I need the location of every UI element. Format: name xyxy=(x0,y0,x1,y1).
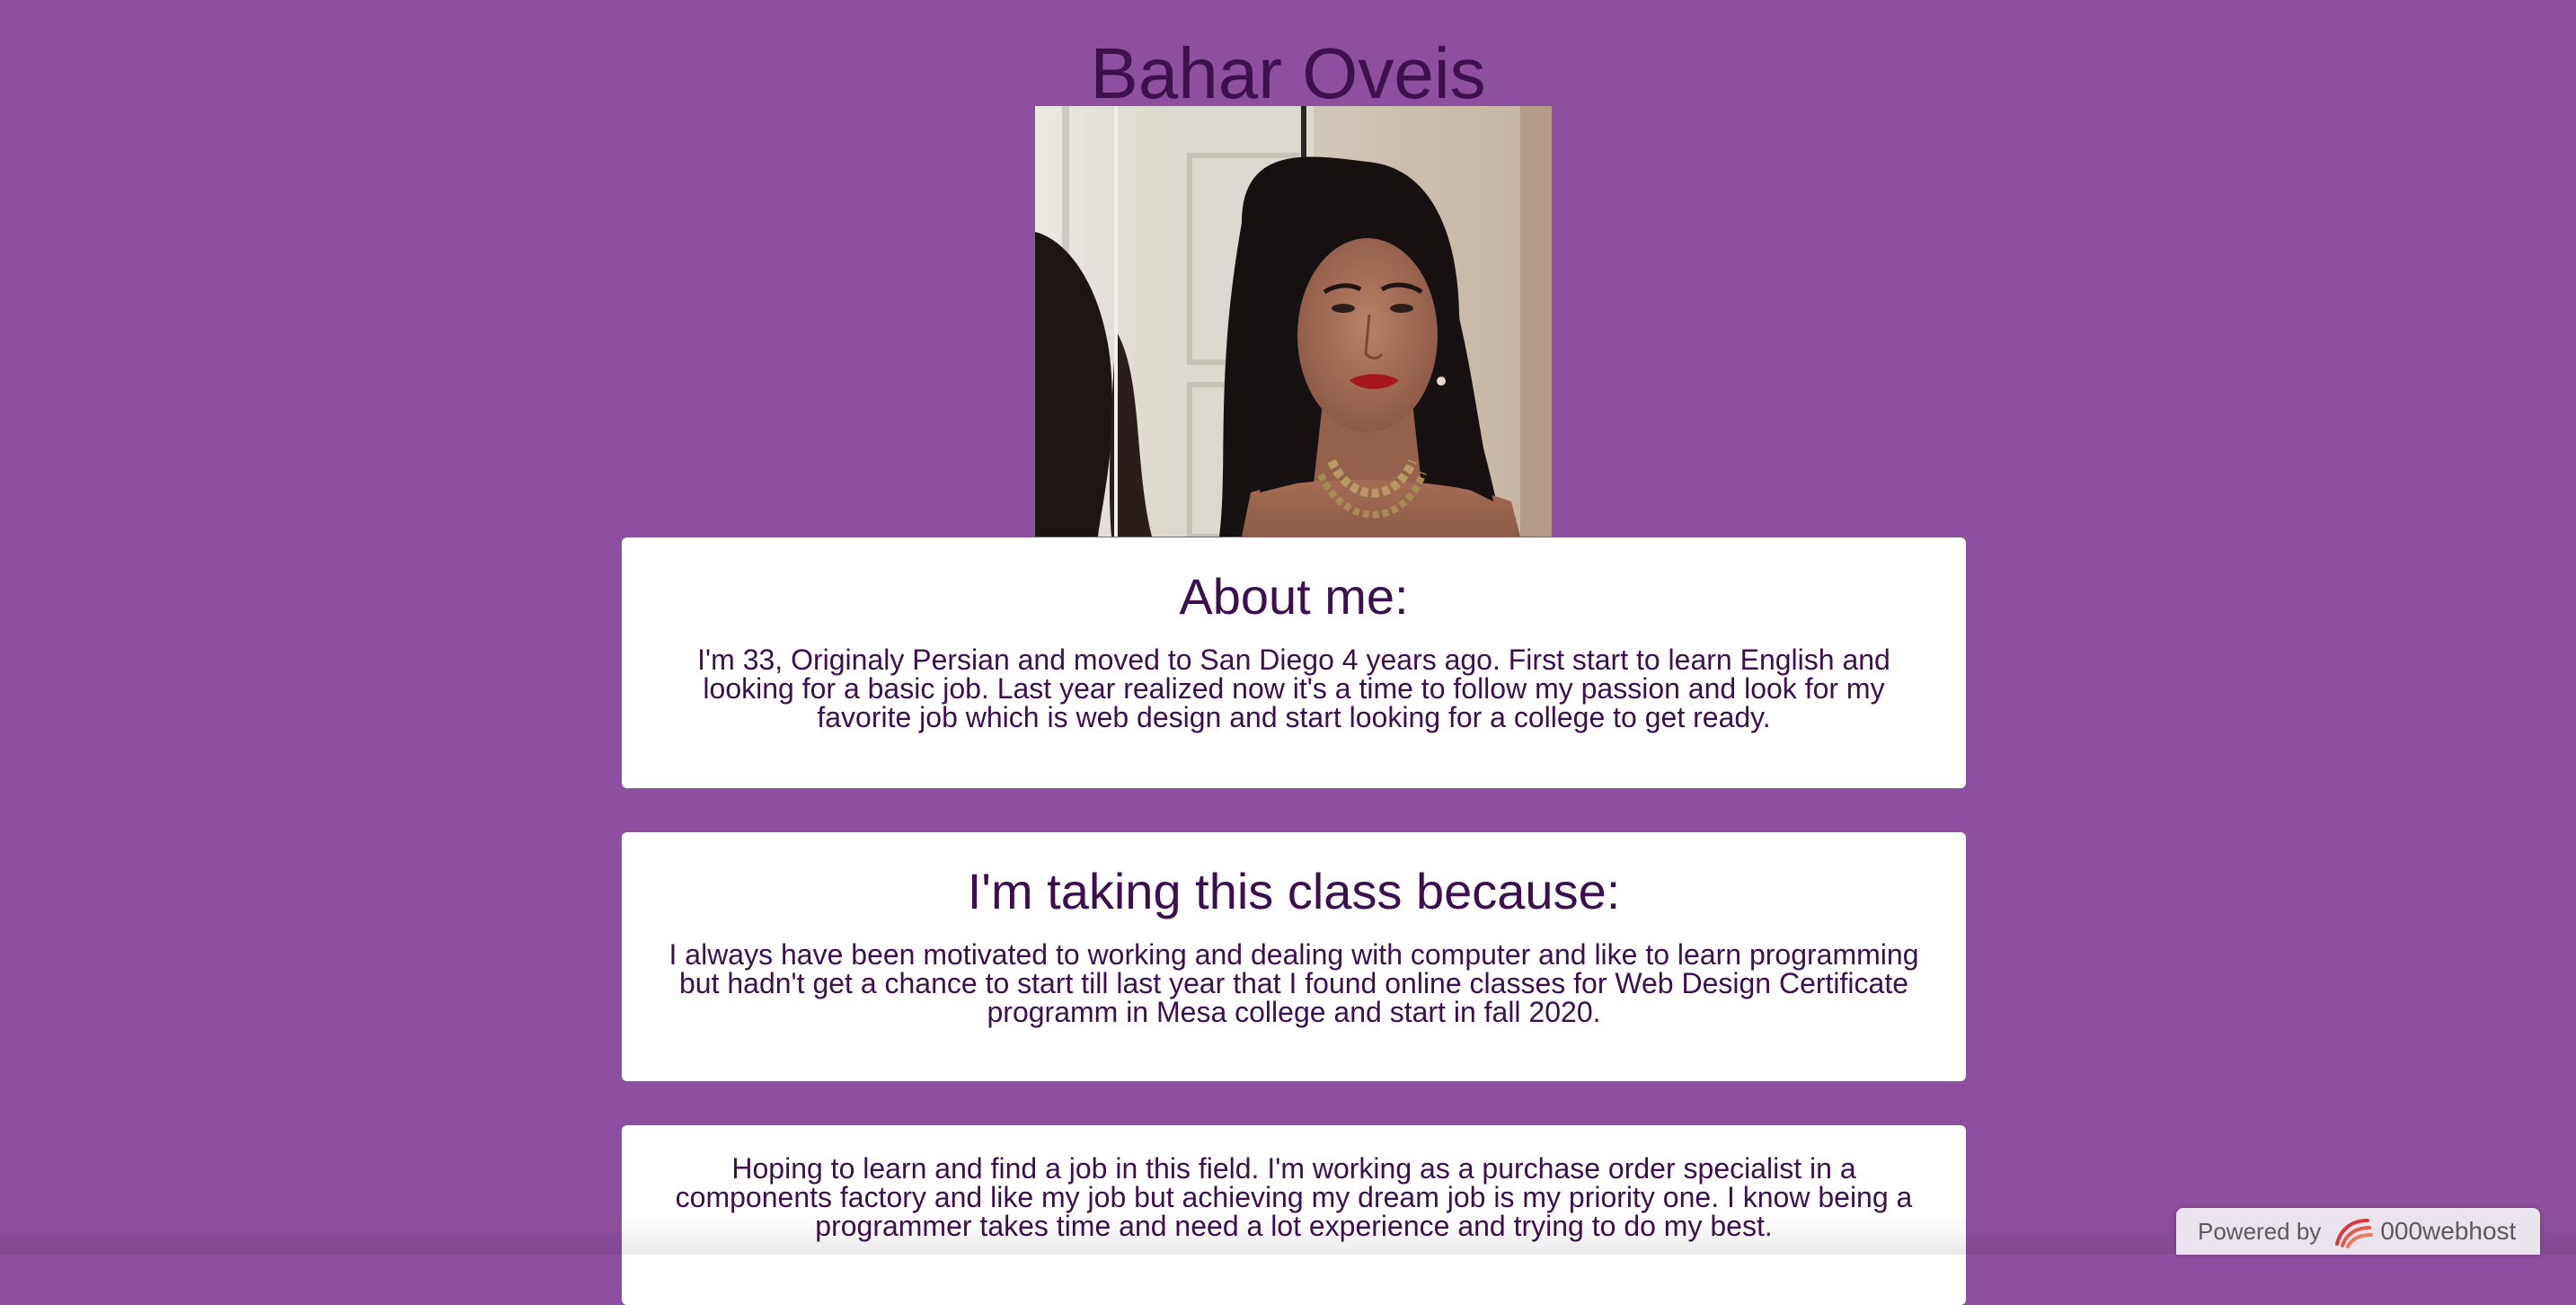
portrait-photo-icon xyxy=(1035,106,1552,537)
about-text: I'm 33, Originaly Persian and moved to S… xyxy=(697,644,1890,733)
about-card: About me: I'm 33, Originaly Persian and … xyxy=(622,537,1966,788)
goals-text: Hoping to learn and find a job in this f… xyxy=(675,1152,1913,1242)
powered-by-label: Powered by xyxy=(2198,1217,2322,1245)
class-reason-card: I'm taking this class because: I always … xyxy=(622,832,1966,1081)
profile-photo xyxy=(1035,106,1552,537)
webhost-brand: 000webhost xyxy=(2380,1217,2517,1245)
webhost-badge[interactable]: Powered by 000webhost xyxy=(2176,1208,2540,1255)
about-heading: About me: xyxy=(1179,568,1409,625)
goals-card: Hoping to learn and find a job in this f… xyxy=(622,1125,1966,1305)
webhost-logo-icon xyxy=(2335,1219,2374,1248)
class-reason-text: I always have been motivated to working … xyxy=(668,938,1919,1028)
class-reason-heading: I'm taking this class because: xyxy=(967,863,1621,919)
